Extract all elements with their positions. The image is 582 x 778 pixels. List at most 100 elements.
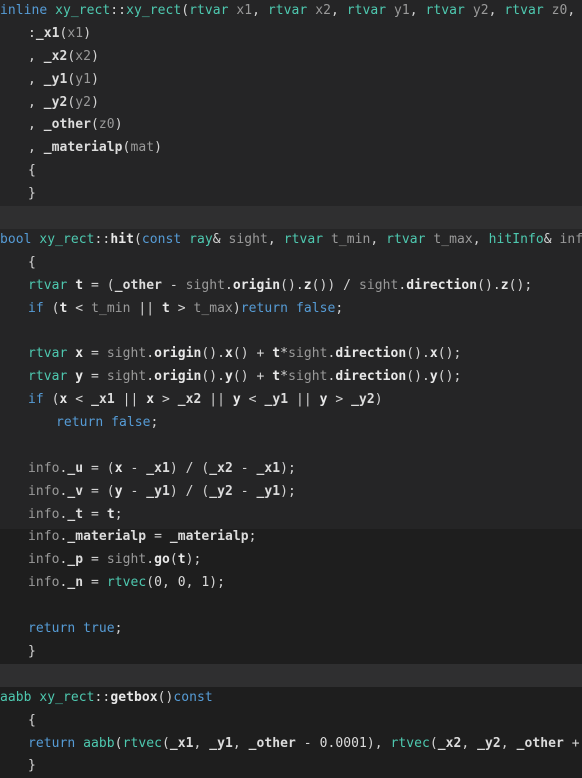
code-line[interactable]: } <box>0 755 582 778</box>
code-token: origin <box>154 369 202 385</box>
code-token: rtvar <box>425 3 465 18</box>
code-line[interactable]: info._u = (x - _x1) / (_x2 - _x1); <box>0 458 582 481</box>
code-token: * <box>280 369 289 385</box>
code-line[interactable]: info._materialp = _materialp; <box>0 526 582 549</box>
code-line[interactable]: , _y1(y1) <box>0 69 582 92</box>
code-line[interactable]: if (t < t_min || t > t_max)return false; <box>0 298 582 321</box>
code-line[interactable]: , _materialp(mat) <box>0 137 582 160</box>
code-line[interactable]: info._n = rtvec(0, 0, 1); <box>0 572 582 595</box>
code-line[interactable]: info._v = (y - _y1) / (_y2 - _y1); <box>0 481 582 504</box>
code-line[interactable]: :_x1(x1) <box>0 23 582 46</box>
code-token: 1 <box>201 575 210 591</box>
code-line[interactable]: info._p = sight.go(t); <box>0 549 582 572</box>
code-token: _other <box>114 277 162 293</box>
code-token: = <box>83 552 107 568</box>
code-token: bool <box>0 231 32 247</box>
code-line[interactable]: rtvar y = sight.origin().y() + t*sight.d… <box>0 366 582 389</box>
code-token: ; <box>114 621 123 637</box>
code-line[interactable] <box>0 206 582 229</box>
code-token: = <box>146 529 170 545</box>
code-token: _materialp <box>43 140 123 156</box>
code-token: ) <box>154 140 162 156</box>
code-token: ); <box>185 552 202 568</box>
code-editor[interactable]: inline xy_rect::xy_rect(rtvar x1, rtvar … <box>0 0 582 773</box>
code-line[interactable]: } <box>0 641 582 664</box>
code-token: _v <box>67 483 84 499</box>
code-token: info <box>28 506 60 522</box>
code-token: :: <box>94 231 111 247</box>
code-token: ) <box>91 71 99 87</box>
code-token: direction <box>406 277 478 293</box>
code-line[interactable] <box>0 595 582 618</box>
code-token: _x1 <box>256 460 281 476</box>
code-line[interactable]: aabb xy_rect::getbox()const <box>0 687 582 710</box>
code-line[interactable]: { <box>0 160 582 183</box>
code-line[interactable]: } <box>0 183 582 206</box>
code-line[interactable]: { <box>0 710 582 733</box>
code-token: ); <box>280 483 296 499</box>
code-token: (). <box>201 369 225 385</box>
code-token: y <box>225 369 233 385</box>
code-line[interactable]: , _x2(x2) <box>0 46 582 69</box>
code-token: = ( <box>83 460 115 476</box>
code-token: z <box>303 277 312 293</box>
code-line[interactable]: rtvar t = (_other - sight.origin().z()) … <box>0 275 582 298</box>
code-token: _x1 <box>169 735 194 751</box>
code-line[interactable]: return aabb(rtvec(_x1, _y1, _other - 0.0… <box>0 733 582 756</box>
code-token: < <box>240 392 265 408</box>
code-token: :: <box>110 3 127 18</box>
code-line[interactable]: return true; <box>0 618 582 641</box>
code-token: > <box>327 392 352 408</box>
code-line[interactable] <box>0 435 582 458</box>
code-token: rtvar <box>28 369 68 385</box>
code-line[interactable]: { <box>0 252 582 275</box>
code-token: || <box>114 392 147 408</box>
code-token: . <box>146 552 155 568</box>
code-token: inline <box>0 3 48 18</box>
code-token: ( <box>43 392 60 408</box>
code-token: ) <box>91 48 99 64</box>
code-token: 0 <box>177 575 186 591</box>
code-token: x <box>225 346 233 362</box>
code-token: rtvar <box>504 3 544 18</box>
code-token: direction <box>335 369 407 385</box>
code-token: = <box>83 506 107 522</box>
code-line[interactable] <box>0 663 582 687</box>
code-token: rtvar <box>28 346 68 362</box>
code-token: info <box>28 575 60 591</box>
code-line[interactable]: if (x < _x1 || x > _x2 || y < _y1 || y >… <box>0 389 582 412</box>
code-line[interactable]: , _other(z0) <box>0 114 582 137</box>
code-token: : <box>28 25 36 41</box>
code-token: xy_rect <box>126 3 182 18</box>
code-token: ( <box>43 300 60 316</box>
code-token: _y2 <box>351 392 375 408</box>
code-token: _y2 <box>209 483 233 499</box>
code-line[interactable]: , _y2(y2) <box>0 92 582 115</box>
code-token: ( <box>181 3 190 18</box>
code-token: , <box>28 94 44 110</box>
code-line[interactable]: info._t = t; <box>0 504 582 527</box>
code-token: , <box>28 71 44 87</box>
code-token: sight <box>358 277 399 293</box>
code-token: , <box>28 48 44 64</box>
code-line[interactable]: rtvar x = sight.origin().x() + t*sight.d… <box>0 343 582 366</box>
code-line[interactable]: return false; <box>0 412 582 435</box>
code-line[interactable]: bool xy_rect::hit(const ray& sight, rtva… <box>0 229 582 252</box>
code-token: = ( <box>83 483 115 499</box>
code-token: rtvec <box>122 735 162 751</box>
code-line[interactable] <box>0 320 582 343</box>
code-token: z0 <box>551 3 568 18</box>
code-text-surface[interactable]: inline xy_rect::xy_rect(rtvar x1, rtvar … <box>0 0 582 773</box>
code-token: t <box>106 506 115 522</box>
code-token: - <box>295 735 320 751</box>
code-line[interactable]: inline xy_rect::xy_rect(rtvar x1, rtvar … <box>0 0 582 23</box>
code-token: _other <box>516 735 564 751</box>
code-token: x1 <box>67 25 84 41</box>
code-token: t <box>161 300 170 316</box>
code-token: _u <box>67 460 84 476</box>
